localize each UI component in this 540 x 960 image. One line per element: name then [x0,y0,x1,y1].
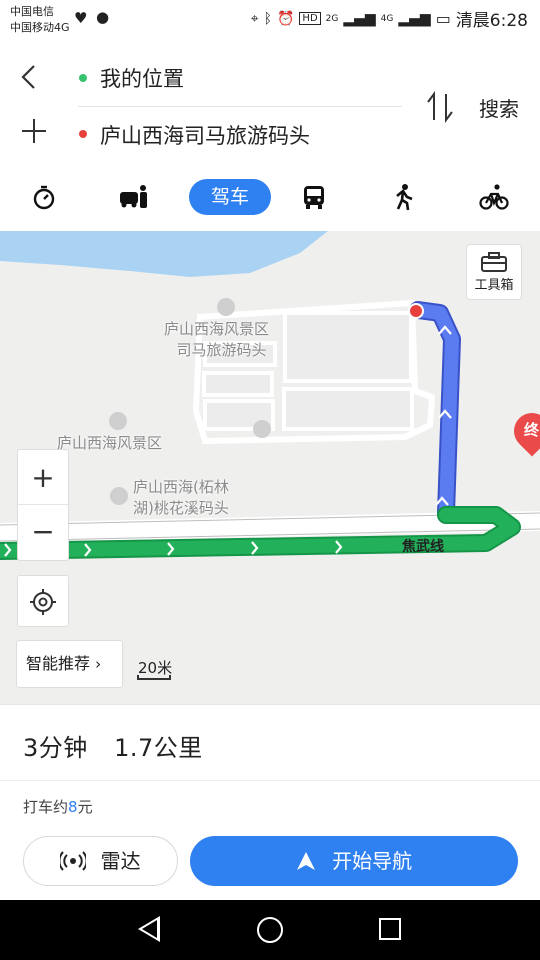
pier-label-line1: 庐山西海风景区 [164,320,270,338]
radar-label: 雷达 [100,849,141,873]
timer-icon [33,185,55,210]
message-icon: ● [96,8,110,26]
car-person-icon [120,185,147,208]
route-summary[interactable]: 3分钟 1.7公里 [23,728,203,763]
bus-icon [304,186,324,209]
map-view[interactable]: 庐山西海风景区 司马旅游码头 庐山西海风景区 庐山西海(柘林 湖)桃花溪码头 焦… [0,231,540,705]
clock: 清晨6:28 [455,11,528,31]
tab-taxi[interactable] [104,179,164,215]
map-canvas [0,231,540,560]
start-dot-icon [79,74,87,82]
water-area [0,231,328,277]
navigate-label: 开始导航 [332,849,413,873]
tab-bike[interactable] [464,179,524,215]
system-home-icon[interactable] [257,917,283,943]
plus-icon [22,119,46,143]
zoom-in-button[interactable]: + [18,450,68,505]
tab-timer[interactable] [14,179,74,215]
location-icon: ⌖ [250,10,259,27]
end-dot-icon [79,130,87,138]
radar-button[interactable]: 雷达 [23,836,178,886]
alarm-icon: ⏰ [276,10,295,27]
swap-button[interactable] [424,90,456,128]
search-button[interactable]: 搜索 [479,93,519,122]
to-field[interactable]: 庐山西海司马旅游码头 [100,120,310,150]
tab-walk[interactable] [374,179,434,215]
signal-icon: ▂▄▆ [398,10,431,27]
locate-button[interactable] [17,575,69,627]
end-marker-label: 终 [524,421,540,439]
bluetooth-icon: ᛒ [263,10,272,27]
taxi-estimate: 打车约8元 [23,796,93,817]
pier-label: 庐山西海风景区 司马旅游码头 [164,319,269,361]
building-block [202,371,274,397]
route-start-dot [408,303,424,319]
zoom-out-button[interactable]: − [18,506,68,561]
route-distance: 1.7公里 [114,734,203,762]
route-blue [411,303,459,520]
scenic-area-label: 庐山西海风景区 [57,434,163,452]
status-icons: ⌖ ᛒ ⏰ HD 2G ▂▄▆ 4G ▂▄▆ ▭ 清晨6:28 [251,6,528,31]
road-label: 焦武线 [402,539,444,555]
hd-icon: HD [299,12,321,25]
peach-label-line1: 庐山西海(柘林 [133,478,229,496]
travel-mode-tabs: 驾车 [0,175,540,219]
smart-recommend-button[interactable]: 智能推荐 › [16,640,123,688]
taxi-prefix: 打车约 [23,798,69,816]
toolbox-icon [481,252,507,272]
signal-4g-label: 4G [380,13,394,24]
chevron-left-icon [21,65,35,89]
system-recents-icon[interactable] [379,918,401,940]
start-navigation-button[interactable]: 开始导航 [190,836,518,886]
building-block [283,311,413,383]
navigation-arrow-icon [296,852,315,870]
system-back-icon-inner [142,920,157,938]
walk-icon [396,184,413,211]
taxi-suffix: 元 [77,798,93,816]
signal-icon: ▂▄▆ [343,10,376,27]
back-button[interactable] [18,62,48,96]
carrier-2: 中国移动4G [10,21,70,34]
radar-icon [58,851,88,871]
taxi-price: 8 [68,798,78,816]
zoom-control: + − [17,449,69,561]
scenic-poi-icon [109,412,127,430]
from-field[interactable]: 我的位置 [100,63,184,93]
divider [0,780,540,781]
bike-icon [479,184,509,210]
building-block [282,387,414,431]
battery-icon: ▭ [435,9,451,28]
swap-icon [427,91,453,123]
carrier-1: 中国电信 [10,5,54,18]
toolbox-label: 工具箱 [474,278,514,293]
recommend-label: 智能推荐 [26,654,91,673]
scale-bar [137,675,171,680]
pier-poi-icon [217,298,235,316]
tab-bus[interactable] [284,179,344,215]
tab-drive[interactable]: 驾车 [189,179,271,215]
pier-label-line2: 司马旅游码头 [176,341,267,359]
peach-label-line2: 湖)桃花溪码头 [133,499,229,517]
toilet-poi-icon [253,420,271,438]
peach-pier-label: 庐山西海(柘林 湖)桃花溪码头 [133,477,229,519]
signal-2g-label: 2G [325,13,339,24]
chevron-right-icon: › [95,655,102,673]
crosshair-icon [30,589,56,615]
status-bar: 中国电信 中国移动4G ♥ ● ⌖ ᛒ ⏰ HD 2G ▂▄▆ 4G ▂▄▆ ▭… [0,0,540,36]
route-duration: 3分钟 [23,734,88,762]
divider [78,106,402,107]
add-waypoint-button[interactable] [20,117,48,150]
pier-poi-icon [110,487,128,505]
toolbox-button[interactable]: 工具箱 [466,244,522,300]
health-icon: ♥ [74,9,88,27]
